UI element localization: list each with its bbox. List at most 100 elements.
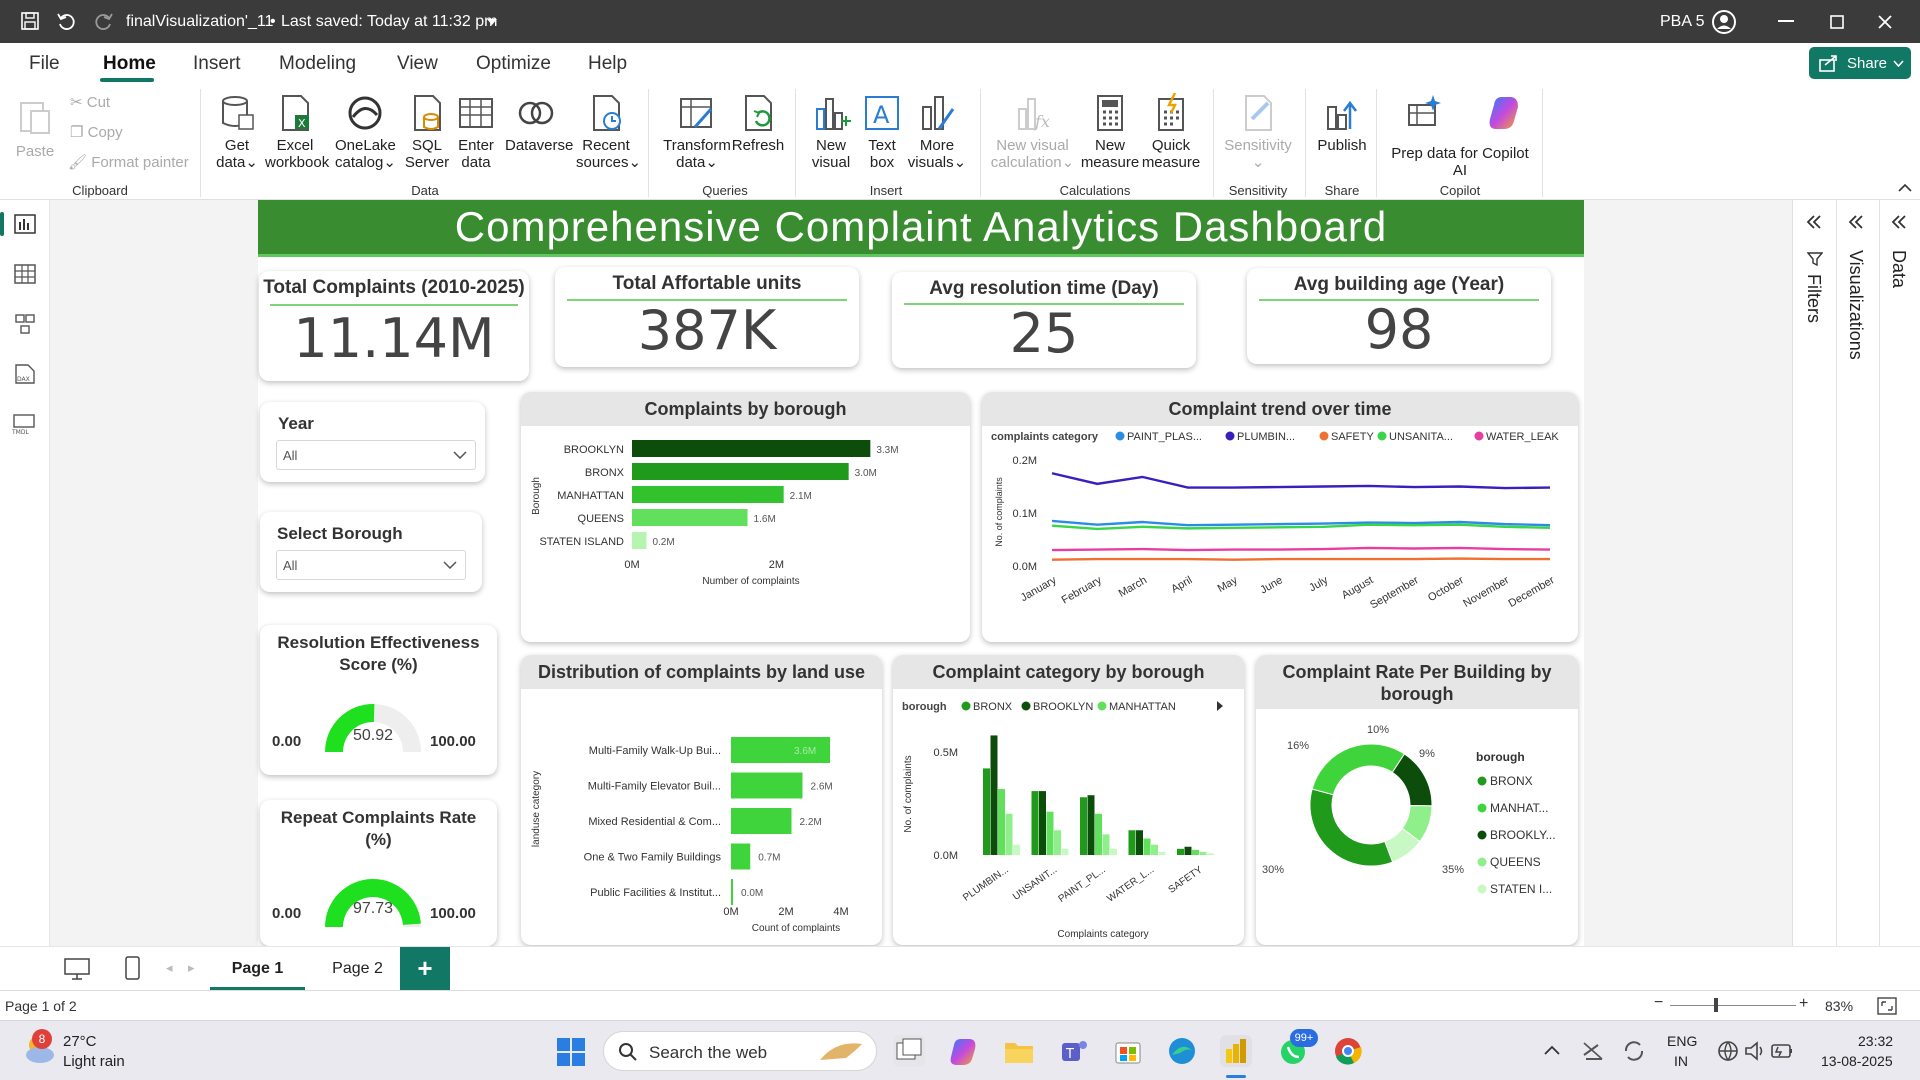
collapse-filters-icon[interactable] <box>1805 214 1823 230</box>
enter-data-button[interactable]: Enter data <box>446 85 506 185</box>
format-painter-button[interactable]: 🖌 Format painter <box>68 153 189 171</box>
zoom-slider[interactable] <box>1670 1005 1796 1006</box>
file-explorer-icon[interactable] <box>1003 1035 1035 1067</box>
text-box-button[interactable]: A Text box <box>852 85 912 185</box>
kpi-card-affordable-units[interactable]: Total Affortable units 387K <box>555 267 859 367</box>
zoom-slider-thumb[interactable] <box>1714 998 1718 1012</box>
x-tick-label: February <box>1060 574 1105 607</box>
minimize-icon[interactable] <box>1778 20 1794 24</box>
new-measure-button[interactable]: New measure <box>1080 85 1140 185</box>
account-icon[interactable] <box>1711 9 1737 35</box>
maximize-icon[interactable] <box>1830 15 1844 29</box>
table-view-icon[interactable] <box>14 264 36 284</box>
visualizations-pane-label[interactable]: Visualizations <box>1845 250 1866 360</box>
chrome-icon[interactable] <box>1332 1035 1364 1067</box>
kpi-card-avg-building-age[interactable]: Avg building age (Year) 98 <box>1247 268 1551 364</box>
file-name[interactable]: finalVisualization'_11 <box>126 13 273 31</box>
undo-icon[interactable] <box>56 11 76 31</box>
add-page-button[interactable]: + <box>400 947 450 991</box>
menu-insert[interactable]: Insert <box>193 53 241 75</box>
dax-query-icon[interactable]: DAX <box>12 363 38 387</box>
chevron-up-icon[interactable] <box>1544 1045 1560 1055</box>
next-page-icon[interactable]: ▸ <box>188 960 195 976</box>
sensitivity-button[interactable]: Sensitivity ⌄ <box>1222 85 1294 185</box>
menu-modeling[interactable]: Modeling <box>279 53 356 75</box>
visual-landuse-distribution[interactable]: Distribution of complaints by land use M… <box>521 655 882 945</box>
prev-page-icon[interactable]: ◂ <box>166 960 173 976</box>
menu-help[interactable]: Help <box>588 53 627 75</box>
power-bi-icon[interactable] <box>1220 1035 1252 1067</box>
redo-icon[interactable] <box>94 11 114 31</box>
collapse-data-icon[interactable] <box>1890 214 1908 230</box>
menu-bar: File Home Insert Modeling View Optimize … <box>0 43 1920 85</box>
visual-complaint-rate-donut[interactable]: Complaint Rate Per Building by borough 3… <box>1256 655 1578 945</box>
quick-measure-button[interactable]: Quick measure <box>1141 85 1201 185</box>
save-icon[interactable] <box>20 11 40 31</box>
volume-icon[interactable] <box>1744 1040 1766 1062</box>
desktop-layout-icon[interactable] <box>63 957 91 981</box>
sync-icon[interactable] <box>1622 1039 1646 1063</box>
tmdl-view-icon[interactable]: TMDL <box>10 413 40 435</box>
input-region[interactable]: IN <box>1674 1053 1688 1069</box>
share-button[interactable]: Share <box>1809 47 1911 79</box>
refresh-button[interactable]: Refresh <box>728 85 788 185</box>
borough-slicer[interactable]: Select Borough All <box>260 512 482 592</box>
column-bar <box>1177 848 1184 855</box>
menu-home[interactable]: Home <box>103 53 156 75</box>
windows-start-icon[interactable] <box>556 1037 586 1067</box>
tab-page-2[interactable]: Page 2 <box>310 947 405 991</box>
publish-button[interactable]: Publish <box>1311 85 1373 185</box>
kpi-card-avg-resolution[interactable]: Avg resolution time (Day) 25 <box>892 272 1196 368</box>
report-view-icon[interactable] <box>14 214 36 234</box>
tab-page-1[interactable]: Page 1 <box>210 947 305 991</box>
microsoft-store-icon[interactable] <box>1112 1035 1144 1067</box>
transform-data-button[interactable]: Transform data⌄ <box>662 85 732 185</box>
chevron-down-icon[interactable] <box>486 18 498 26</box>
get-data-button[interactable]: Get data⌄ <box>207 85 267 185</box>
zoom-out-button[interactable]: − <box>1654 994 1663 1012</box>
collapse-visualizations-icon[interactable] <box>1847 214 1865 230</box>
visual-complaint-trend[interactable]: Complaint trend over time complaints cat… <box>982 392 1578 642</box>
recent-sources-button[interactable]: Recent sources⌄ <box>576 85 641 185</box>
gauge-resolution-effectiveness[interactable]: Resolution Effectiveness Score (%) 0.00 … <box>260 625 497 775</box>
copy-button[interactable]: ❐ Copy <box>70 123 123 141</box>
menu-view[interactable]: View <box>397 53 438 75</box>
zoom-in-button[interactable]: + <box>1799 995 1808 1013</box>
gauge-repeat-complaints[interactable]: Repeat Complaints Rate (%) 0.00 100.00 9… <box>260 800 497 946</box>
cut-button[interactable]: ✂ Cut <box>70 93 110 111</box>
year-slicer[interactable]: Year All <box>260 402 485 482</box>
mobile-layout-icon[interactable] <box>124 955 142 981</box>
copilot-taskbar-icon[interactable] <box>947 1035 979 1067</box>
data-pane-label[interactable]: Data <box>1888 250 1909 288</box>
menu-optimize[interactable]: Optimize <box>476 53 551 75</box>
model-view-icon[interactable] <box>14 313 36 335</box>
edge-icon[interactable] <box>1166 1035 1198 1067</box>
fit-page-icon[interactable] <box>1877 997 1897 1015</box>
task-view-icon[interactable] <box>893 1035 925 1067</box>
battery-icon[interactable] <box>1770 1041 1794 1061</box>
search-box[interactable]: Search the web <box>603 1031 877 1071</box>
teams-icon[interactable]: T <box>1058 1035 1090 1067</box>
new-visual-calculation-button[interactable]: fx New visual calculation⌄ <box>990 85 1075 185</box>
network-icon[interactable] <box>1582 1041 1604 1061</box>
close-icon[interactable] <box>1877 14 1893 30</box>
category-label: QUEENS <box>578 513 624 525</box>
year-dropdown[interactable]: All <box>276 440 476 470</box>
dataverse-button[interactable]: Dataverse <box>505 85 573 185</box>
borough-dropdown[interactable]: All <box>276 550 466 580</box>
kpi-card-total-complaints[interactable]: Total Complaints (2010-2025) 11.14M <box>259 271 529 381</box>
globe-icon[interactable] <box>1717 1040 1739 1062</box>
visual-category-by-borough[interactable]: Complaint category by borough borough BRO… <box>893 655 1244 945</box>
filters-pane-label[interactable]: Filters <box>1803 274 1824 323</box>
prep-data-copilot-button[interactable]: Prep data for Copilot AI <box>1385 85 1535 185</box>
visual-complaints-by-borough[interactable]: Complaints by borough BROOKLYN 3.3M BRONX 3… <box>521 392 970 642</box>
excel-workbook-button[interactable]: X Excel workbook <box>265 85 329 185</box>
input-language[interactable]: ENG <box>1667 1033 1697 1049</box>
collapse-ribbon-icon[interactable] <box>1898 183 1912 193</box>
more-visuals-button[interactable]: More visuals⌄ <box>907 85 967 185</box>
menu-file[interactable]: File <box>29 53 60 75</box>
x-tick-label: PAINT_PL... <box>1056 864 1107 904</box>
paste-button[interactable]: Paste <box>5 85 65 185</box>
onelake-catalog-button[interactable]: OneLake catalog⌄ <box>335 85 396 185</box>
line-chart-trend: complaints category PAINT_PLAS... PLUMBIN.… <box>991 431 1559 612</box>
